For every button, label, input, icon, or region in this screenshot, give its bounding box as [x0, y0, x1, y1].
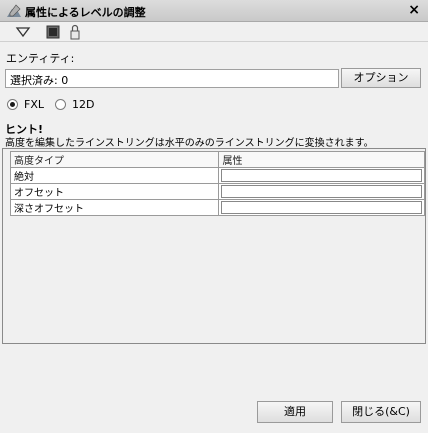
column-header-attribute: 属性: [218, 151, 425, 168]
table-header: 高度タイプ 属性: [9, 151, 425, 168]
row-name: 絶対: [9, 167, 220, 184]
close-icon[interactable]: ×: [408, 2, 420, 18]
table-row: オフセット: [9, 183, 425, 200]
toolbar: [0, 22, 428, 42]
monitor-icon[interactable]: [45, 24, 61, 40]
window-title: 属性によるレベルの調整: [25, 6, 146, 19]
lock-icon[interactable]: [67, 24, 83, 40]
column-header-type: 高度タイプ: [9, 151, 220, 168]
apply-button[interactable]: 適用: [257, 401, 333, 423]
table-row: 深さオフセット: [9, 199, 425, 216]
entity-label: エンティティ:: [6, 52, 75, 65]
attribute-input[interactable]: [221, 201, 422, 214]
close-button[interactable]: 閉じる(&C): [341, 401, 421, 423]
attribute-input[interactable]: [221, 185, 422, 198]
options-button[interactable]: オプション: [341, 68, 421, 88]
radio-12d[interactable]: [55, 99, 66, 110]
entity-field[interactable]: 選択済み: 0: [5, 69, 339, 88]
attribute-input[interactable]: [221, 169, 422, 182]
app-icon: [7, 4, 21, 17]
filter-icon[interactable]: [15, 24, 31, 40]
level-table: 高度タイプ 属性 絶対 オフセット 深さオフセット: [9, 151, 425, 216]
table-row: 絶対: [9, 167, 425, 184]
radio-fxl-label: FXL: [24, 98, 44, 111]
row-name: 深さオフセット: [9, 199, 220, 216]
title-bar: 属性によるレベルの調整 ×: [0, 0, 428, 22]
radio-12d-label: 12D: [72, 98, 95, 111]
radio-fxl[interactable]: [7, 99, 18, 110]
hint-text: 高度を編集したラインストリングは水平のみのラインストリングに変換されます。: [5, 138, 374, 149]
level-grid: 高度タイプ 属性 絶対 オフセット 深さオフセット: [2, 148, 426, 344]
row-name: オフセット: [9, 183, 220, 200]
